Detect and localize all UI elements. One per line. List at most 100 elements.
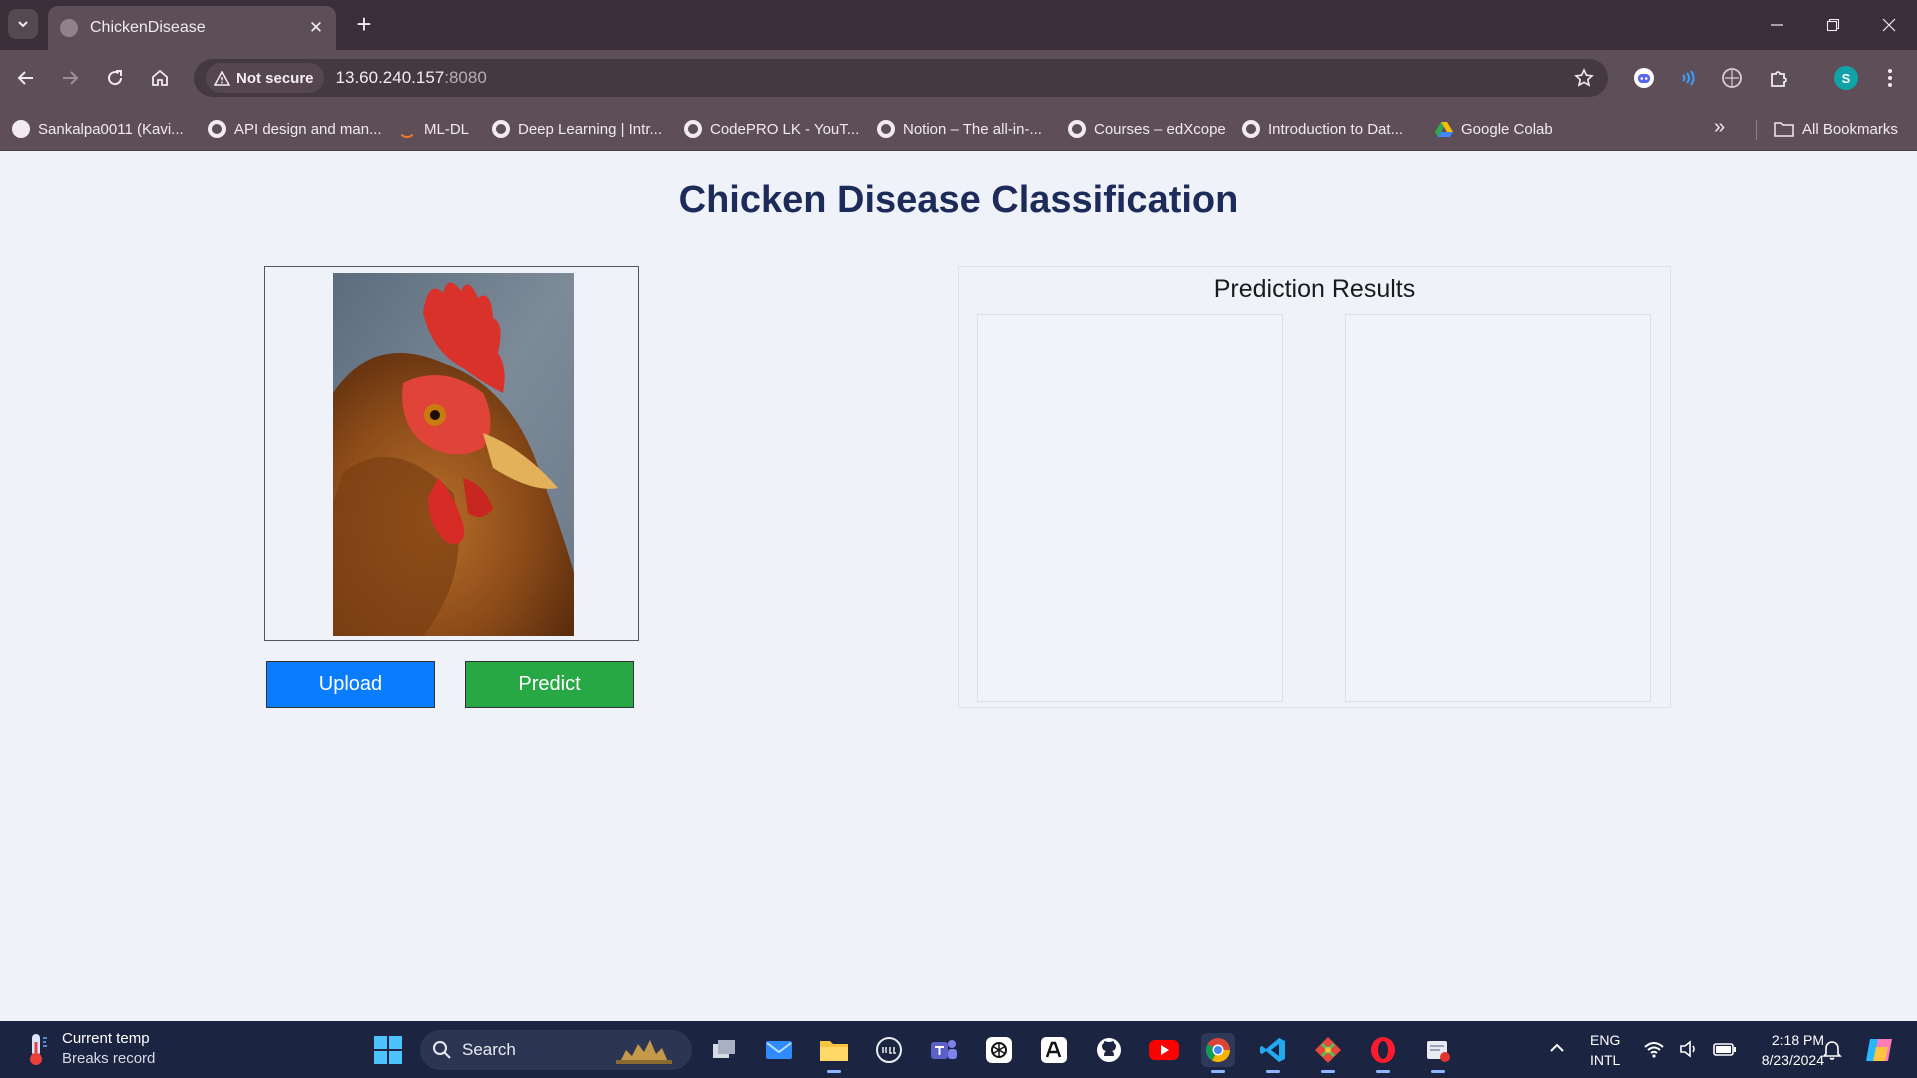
minimize-button[interactable] bbox=[1749, 0, 1805, 50]
home-icon bbox=[152, 69, 168, 86]
globe-icon bbox=[1068, 120, 1086, 138]
all-bookmarks-label: All Bookmarks bbox=[1802, 120, 1898, 138]
prediction-results-panel: Prediction Results bbox=[958, 266, 1671, 708]
volume-icon bbox=[1680, 1040, 1695, 1058]
bookmark-item[interactable]: CodePRO LK - YouT... bbox=[684, 116, 859, 142]
input-language[interactable]: ENG INTL bbox=[1590, 1030, 1620, 1070]
bookmark-label: Courses – edXcope bbox=[1094, 120, 1226, 138]
running-indicator bbox=[1321, 1070, 1335, 1073]
bookmark-item[interactable]: Introduction to Dat... bbox=[1242, 116, 1403, 142]
restore-button[interactable] bbox=[1805, 0, 1861, 50]
bookmark-label: Introduction to Dat... bbox=[1268, 120, 1404, 138]
bookmark-label: Notion – The all-in-... bbox=[903, 120, 1042, 138]
globe-icon bbox=[877, 120, 895, 138]
system-tray[interactable] bbox=[1643, 1039, 1737, 1059]
anthropic-icon[interactable] bbox=[1037, 1033, 1071, 1067]
globe-icon bbox=[684, 120, 702, 138]
home-button[interactable] bbox=[146, 64, 174, 92]
weather-title: Current temp bbox=[62, 1030, 150, 1047]
google-drive-icon bbox=[1435, 122, 1453, 137]
profile-avatar[interactable]: S bbox=[1834, 66, 1858, 90]
all-bookmarks-button[interactable]: All Bookmarks bbox=[1774, 116, 1898, 142]
search-icon bbox=[433, 1041, 451, 1059]
wifi-icon bbox=[1644, 1042, 1664, 1058]
bookmark-item[interactable]: API design and man... bbox=[208, 116, 382, 142]
thermometer-icon bbox=[30, 1034, 47, 1065]
teams-icon[interactable] bbox=[927, 1033, 961, 1067]
warning-icon bbox=[214, 70, 230, 86]
arrow-right-icon bbox=[63, 71, 79, 85]
bookmark-item[interactable]: Deep Learning | Intr... bbox=[492, 116, 662, 142]
new-tab-button[interactable]: + bbox=[350, 10, 378, 38]
search-highlight-icon bbox=[616, 1040, 672, 1064]
weather-widget[interactable]: Current temp Breaks record bbox=[22, 1029, 155, 1069]
snipping-tool-icon[interactable] bbox=[1421, 1033, 1455, 1073]
chevron-up-icon[interactable] bbox=[1548, 1039, 1566, 1057]
system-clock[interactable]: 2:18 PM 8/23/2024 bbox=[1738, 1030, 1824, 1070]
upload-button[interactable]: Upload bbox=[266, 661, 435, 708]
bookmark-item[interactable]: Courses – edXcope bbox=[1068, 116, 1226, 142]
security-indicator[interactable]: Not secure bbox=[206, 63, 324, 93]
windows-taskbar: Current temp Breaks record Search ENG IN… bbox=[0, 1021, 1917, 1078]
globe-icon bbox=[208, 120, 226, 138]
result-box-right bbox=[1345, 314, 1651, 702]
results-title: Prediction Results bbox=[1213, 275, 1416, 303]
close-window-button[interactable] bbox=[1861, 0, 1917, 50]
youtube-icon[interactable] bbox=[1147, 1033, 1181, 1067]
copilot-icon[interactable] bbox=[1864, 1035, 1896, 1065]
bookmark-item[interactable]: Notion – The all-in-... bbox=[877, 116, 1042, 142]
vscode-icon[interactable] bbox=[1256, 1033, 1290, 1073]
task-view-icon[interactable] bbox=[707, 1033, 741, 1067]
browser-toolbar: Not secure 13.60.240.157:8080 S bbox=[0, 50, 1917, 106]
running-indicator bbox=[1211, 1070, 1225, 1073]
more-vertical-icon bbox=[1888, 69, 1892, 87]
opera-icon[interactable] bbox=[1366, 1033, 1400, 1073]
browser-tab-active[interactable]: ChickenDisease ✕ bbox=[48, 6, 336, 50]
bookmark-item[interactable]: ML-DL bbox=[398, 116, 469, 142]
file-explorer-icon[interactable] bbox=[817, 1033, 851, 1073]
extensions-puzzle-icon[interactable] bbox=[1767, 66, 1791, 90]
taskbar-search[interactable]: Search bbox=[420, 1030, 692, 1070]
predict-button[interactable]: Predict bbox=[465, 661, 634, 708]
bookmark-label: Sankalpa0011 (Kavi... bbox=[38, 120, 184, 138]
jupyter-icon bbox=[398, 120, 416, 138]
close-tab-icon[interactable]: ✕ bbox=[306, 18, 326, 38]
reload-button[interactable] bbox=[101, 64, 129, 92]
bookmark-label: CodePRO LK - YouT... bbox=[710, 120, 860, 138]
chatgpt-icon[interactable] bbox=[982, 1033, 1016, 1067]
security-label: Not secure bbox=[236, 69, 314, 87]
tab-search-button[interactable] bbox=[8, 9, 38, 39]
bookmarks-bar: Sankalpa0011 (Kavi... API design and man… bbox=[0, 106, 1917, 151]
reload-icon bbox=[108, 70, 123, 86]
tab-title: ChickenDisease bbox=[90, 19, 206, 36]
git-gui-icon[interactable] bbox=[1311, 1033, 1345, 1073]
dell-icon[interactable] bbox=[872, 1033, 906, 1067]
more-bookmarks-button[interactable]: » bbox=[1714, 116, 1725, 139]
browser-menu-button[interactable] bbox=[1880, 66, 1900, 90]
battery-icon bbox=[1713, 1043, 1736, 1056]
extension-audio-icon[interactable] bbox=[1676, 66, 1700, 90]
globe-icon bbox=[1242, 120, 1260, 138]
notification-bell-icon[interactable] bbox=[1822, 1039, 1842, 1061]
url-text[interactable]: 13.60.240.157:8080 bbox=[336, 68, 487, 88]
clock-time: 2:18 PM bbox=[1771, 1032, 1824, 1048]
running-indicator bbox=[1266, 1070, 1280, 1073]
address-bar[interactable]: Not secure 13.60.240.157:8080 bbox=[194, 59, 1608, 97]
window-controls bbox=[1749, 0, 1917, 50]
back-button[interactable] bbox=[12, 64, 40, 92]
bookmark-star-icon[interactable] bbox=[1574, 68, 1594, 88]
bookmark-item[interactable]: Google Colab bbox=[1435, 116, 1553, 142]
bookmark-item[interactable]: Sankalpa0011 (Kavi... bbox=[12, 116, 184, 142]
close-icon bbox=[1882, 18, 1896, 32]
extension-discord-icon[interactable] bbox=[1632, 66, 1656, 90]
mail-icon[interactable] bbox=[762, 1033, 796, 1067]
image-preview-frame bbox=[264, 266, 639, 641]
windows-start-icon[interactable] bbox=[373, 1035, 403, 1065]
forward-button[interactable] bbox=[56, 64, 84, 92]
chevron-down-icon bbox=[18, 21, 28, 28]
chrome-icon[interactable] bbox=[1201, 1033, 1235, 1073]
keyboard-layout: INTL bbox=[1590, 1052, 1621, 1068]
search-placeholder: Search bbox=[462, 1040, 516, 1059]
github-desktop-icon[interactable] bbox=[1092, 1033, 1126, 1067]
extension-web-icon[interactable] bbox=[1720, 66, 1744, 90]
